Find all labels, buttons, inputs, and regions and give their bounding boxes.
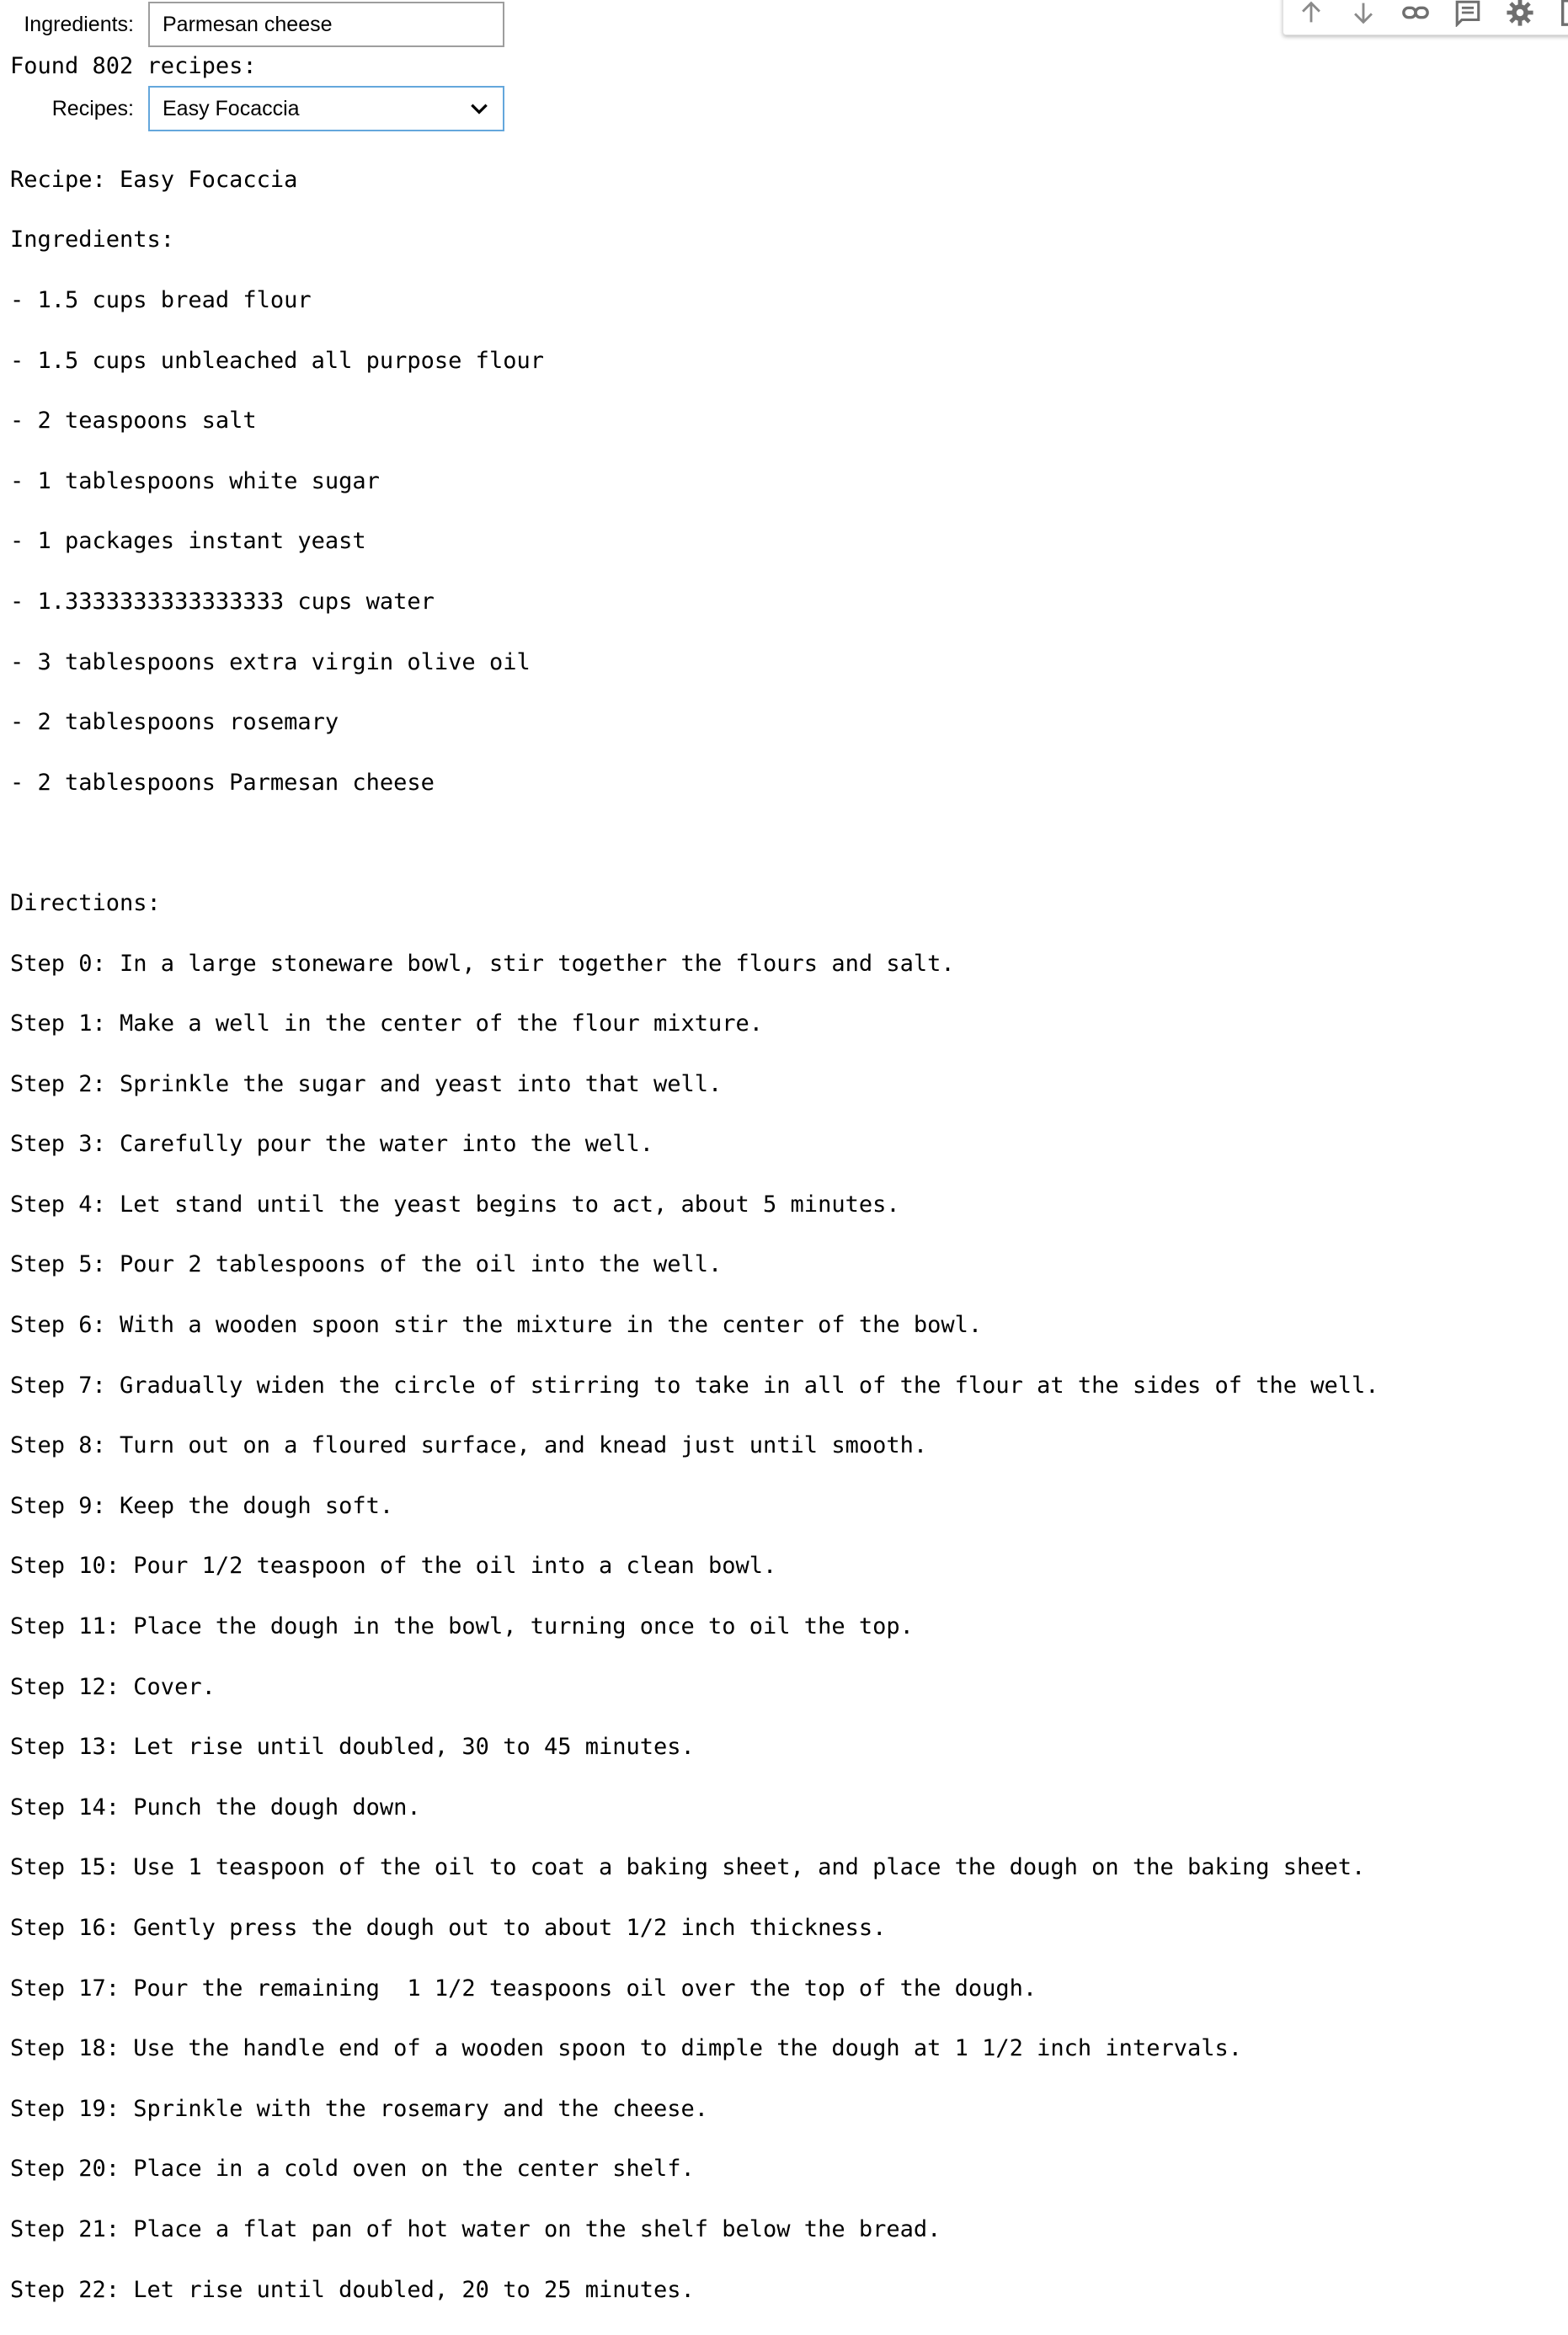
ingredient-line: - 1.5 cups unbleached all purpose flour: [10, 347, 544, 374]
step-line: Step 17: Pour the remaining 1 1/2 teaspo…: [10, 1975, 1037, 2002]
ingredients-widget: Ingredients:: [0, 2, 504, 47]
ingredient-line: - 3 tablespoons extra virgin olive oil: [10, 648, 531, 675]
step-line: Step 9: Keep the dough soft.: [10, 1492, 394, 1519]
link-icon[interactable]: [1401, 0, 1430, 28]
step-line: Step 15: Use 1 teaspoon of the oil to co…: [10, 1854, 1366, 1881]
ingredient-line: - 1 packages instant yeast: [10, 528, 366, 555]
step-line: Step 12: Cover.: [10, 1673, 216, 1700]
step-line: Step 22: Let rise until doubled, 20 to 2…: [10, 2276, 695, 2303]
ingredient-line: - 1.5 cups bread flour: [10, 286, 312, 313]
step-line: Step 14: Punch the dough down.: [10, 1794, 421, 1821]
recipe-title: Recipe: Easy Focaccia: [10, 166, 298, 193]
step-line: Step 16: Gently press the dough out to a…: [10, 1915, 887, 1942]
ingredient-line: - 2 tablespoons Parmesan cheese: [10, 769, 435, 796]
step-line: Step 5: Pour 2 tablespoons of the oil in…: [10, 1251, 723, 1278]
comment-icon[interactable]: [1453, 0, 1482, 28]
step-line: Step 0: In a large stoneware bowl, stir …: [10, 950, 955, 977]
ingredients-label: Ingredients:: [24, 12, 134, 36]
arrow-down-icon[interactable]: [1349, 0, 1378, 28]
found-recipes-text: Found 802 recipes:: [10, 53, 257, 79]
recipes-label: Recipes:: [51, 96, 134, 120]
recipe-output: Recipe: Easy Focaccia Ingredients: - 1.5…: [10, 135, 1379, 2335]
step-line: Step 20: Place in a cold oven on the cen…: [10, 2156, 695, 2183]
directions-header: Directions:: [10, 889, 161, 916]
step-line: Step 3: Carefully pour the water into th…: [10, 1131, 654, 1158]
recipes-selected-value: Easy Focaccia: [163, 96, 300, 120]
step-line: Step 8: Turn out on a floured surface, a…: [10, 1432, 928, 1459]
recipes-widget: Recipes: Easy Focaccia: [0, 86, 504, 131]
step-line: Step 18: Use the handle end of a wooden …: [10, 2035, 1242, 2062]
step-line: Step 2: Sprinkle the sugar and yeast int…: [10, 1070, 723, 1097]
ingredient-line: - 1 tablespoons white sugar: [10, 467, 380, 494]
ingredients-header: Ingredients:: [10, 227, 175, 253]
step-line: Step 1: Make a well in the center of the…: [10, 1010, 764, 1037]
ingredient-line: - 2 tablespoons rosemary: [10, 709, 339, 736]
step-line: Step 4: Let stand until the yeast begins…: [10, 1191, 900, 1218]
chevron-down-icon: [471, 104, 488, 115]
step-line: Step 7: Gradually widen the circle of st…: [10, 1372, 1379, 1399]
step-line: Step 13: Let rise until doubled, 30 to 4…: [10, 1734, 695, 1761]
step-line: Step 19: Sprinkle with the rosemary and …: [10, 2095, 709, 2122]
arrow-up-icon[interactable]: [1297, 0, 1325, 28]
ingredient-line: - 2 teaspoons salt: [10, 408, 257, 434]
recipes-select[interactable]: Easy Focaccia: [148, 86, 504, 131]
ingredient-line: - 1.3333333333333333 cups water: [10, 588, 435, 615]
ingredients-input[interactable]: [148, 2, 504, 47]
step-line: Step 21: Place a flat pan of hot water o…: [10, 2215, 941, 2242]
more-icon[interactable]: [1558, 0, 1568, 28]
cell-toolbar: [1283, 0, 1568, 35]
step-line: Step 11: Place the dough in the bowl, tu…: [10, 1613, 914, 1640]
step-line: Step 6: With a wooden spoon stir the mix…: [10, 1312, 983, 1339]
gear-icon[interactable]: [1506, 0, 1534, 28]
step-line: Step 10: Pour 1/2 teaspoon of the oil in…: [10, 1553, 777, 1580]
